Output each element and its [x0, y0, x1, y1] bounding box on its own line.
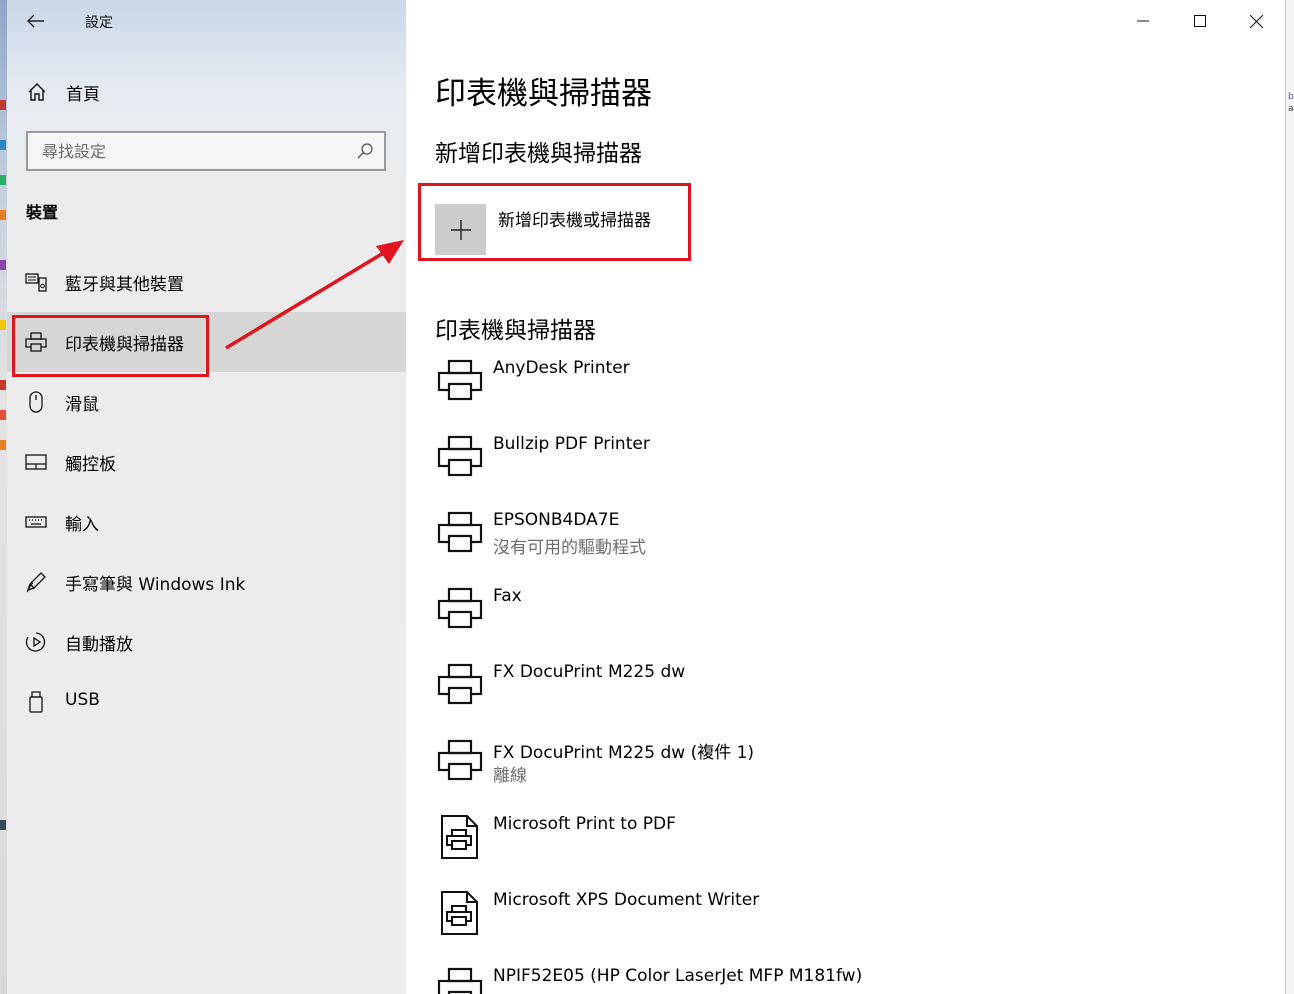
add-printer-button[interactable]: 新增印表機或掃描器: [435, 204, 675, 256]
add-tile: [435, 204, 486, 255]
printer-item[interactable]: NPIF52E05 (HP Color LaserJet MFP M181fw): [435, 966, 1255, 994]
pen-icon: [26, 572, 46, 593]
printer-icon: [437, 587, 483, 629]
printer-icon: [437, 967, 483, 994]
printer-item[interactable]: Microsoft Print to PDF: [435, 814, 1255, 880]
printer-item[interactable]: Microsoft XPS Document Writer: [435, 890, 1255, 956]
close-button[interactable]: [1228, 0, 1285, 42]
nav-home[interactable]: 首頁: [7, 72, 406, 112]
sidebar-item-label: 手寫筆與 Windows Ink: [65, 575, 246, 595]
plus-icon: [450, 219, 471, 240]
sidebar-item-pen[interactable]: 手寫筆與 Windows Ink: [7, 552, 406, 612]
printer-name: Microsoft XPS Document Writer: [493, 890, 760, 910]
sidebar-item-usb[interactable]: USB: [7, 672, 406, 732]
printer-status: 沒有可用的驅動程式: [493, 538, 646, 558]
window-controls: [1114, 0, 1285, 42]
printer-item[interactable]: FX DocuPrint M225 dw (複件 1) 離線: [435, 738, 1255, 804]
add-printer-label: 新增印表機或掃描器: [498, 211, 651, 231]
close-icon: [1250, 14, 1263, 28]
search-input[interactable]: [28, 133, 348, 169]
autoplay-icon: [25, 632, 46, 652]
main-content: 印表機與掃描器 新增印表機與掃描器 新增印表機或掃描器 印表機與掃描器 AnyD…: [406, 0, 1285, 994]
printer-name: Bullzip PDF Printer: [493, 434, 650, 454]
app-title: 設定: [85, 15, 113, 31]
document-printer-icon: [441, 891, 478, 935]
settings-window: 設定 首頁 裝置 藍牙與其他裝置: [7, 0, 1285, 994]
printer-item[interactable]: Fax: [435, 586, 1255, 652]
sidebar-item-label: USB: [65, 690, 100, 710]
printer-name: EPSONB4DA7E: [493, 510, 620, 530]
printer-item[interactable]: EPSONB4DA7E 沒有可用的驅動程式: [435, 510, 1255, 576]
printer-status: 離線: [493, 766, 527, 786]
printer-icon: [437, 435, 483, 477]
sidebar-item-typing[interactable]: 輸入: [7, 492, 406, 552]
sidebar-item-label: 輸入: [65, 515, 99, 535]
printer-icon: [437, 511, 483, 553]
sidebar-item-touchpad[interactable]: 觸控板: [7, 432, 406, 492]
maximize-icon: [1193, 15, 1206, 27]
add-section-title: 新增印表機與掃描器: [435, 141, 642, 167]
sidebar-item-autoplay[interactable]: 自動播放: [7, 612, 406, 672]
sidebar-item-label: 滑鼠: [65, 395, 99, 415]
printer-name: Microsoft Print to PDF: [493, 814, 676, 834]
keyboard-icon: [25, 516, 47, 528]
background-window-edge: ba: [1285, 0, 1294, 994]
sidebar-item-bluetooth[interactable]: 藍牙與其他裝置: [7, 252, 406, 312]
document-printer-icon: [441, 815, 478, 859]
printer-name: AnyDesk Printer: [493, 358, 630, 378]
sidebar: 設定 首頁 裝置 藍牙與其他裝置: [7, 0, 406, 994]
minimize-icon: [1136, 20, 1149, 22]
printer-item[interactable]: FX DocuPrint M225 dw: [435, 662, 1255, 728]
printer-name: NPIF52E05 (HP Color LaserJet MFP M181fw): [493, 966, 863, 986]
printer-name: Fax: [493, 586, 522, 606]
background-app-strip: [0, 0, 7, 994]
printer-item[interactable]: Bullzip PDF Printer: [435, 434, 1255, 500]
minimize-button[interactable]: [1114, 0, 1171, 42]
nav-home-label: 首頁: [66, 85, 100, 105]
search-box[interactable]: [26, 131, 386, 171]
printer-icon: [437, 663, 483, 705]
printer-icon: [437, 359, 483, 401]
maximize-button[interactable]: [1171, 0, 1228, 42]
printer-item[interactable]: AnyDesk Printer: [435, 358, 1255, 424]
search-icon: [357, 143, 373, 159]
printers-section-title: 印表機與掃描器: [435, 318, 596, 344]
sidebar-item-label: 印表機與掃描器: [65, 335, 184, 355]
back-arrow-icon: [27, 14, 44, 28]
printer-name: FX DocuPrint M225 dw (複件 1): [493, 743, 755, 763]
sidebar-item-mouse[interactable]: 滑鼠: [7, 372, 406, 432]
printer-icon: [437, 739, 483, 781]
sidebar-item-printers[interactable]: 印表機與掃描器: [7, 312, 406, 372]
section-label: 裝置: [26, 203, 59, 222]
bluetooth-devices-icon: [25, 273, 47, 292]
sidebar-item-label: 觸控板: [65, 455, 116, 475]
touchpad-icon: [25, 454, 47, 470]
printer-icon: [25, 332, 47, 352]
usb-icon: [29, 691, 43, 713]
page-title: 印表機與掃描器: [435, 76, 652, 112]
sidebar-item-label: 自動播放: [65, 635, 133, 655]
mouse-icon: [29, 391, 43, 413]
home-icon: [28, 83, 46, 101]
back-button[interactable]: [23, 10, 49, 32]
sidebar-item-label: 藍牙與其他裝置: [65, 275, 184, 295]
printer-name: FX DocuPrint M225 dw: [493, 662, 686, 682]
